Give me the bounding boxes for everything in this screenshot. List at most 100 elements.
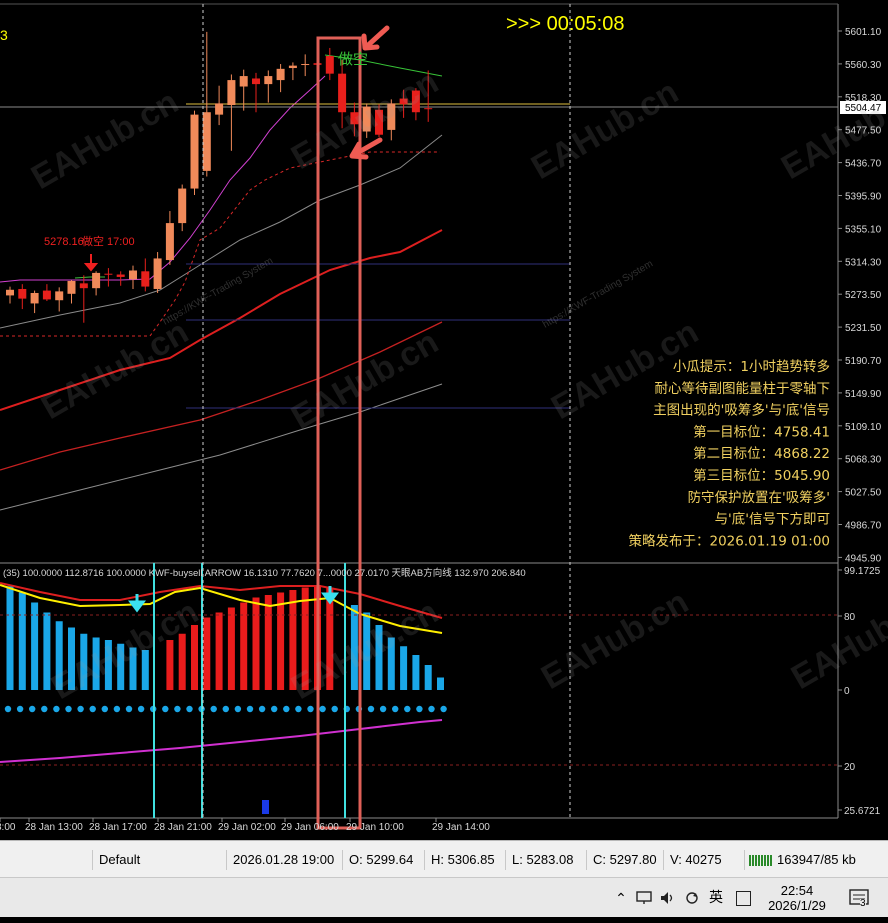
- network-icon[interactable]: [634, 878, 654, 918]
- indicator-axis-label: 25.6721: [844, 806, 881, 817]
- price-axis-label: 5027.50: [845, 488, 882, 499]
- bar-high: H: 5306.85: [424, 850, 503, 870]
- price-axis-label: 5068.30: [845, 455, 882, 466]
- zero-dot: [416, 705, 423, 713]
- traffic-bars-icon: [749, 855, 773, 867]
- chevron-up-icon[interactable]: ⌃: [612, 878, 630, 918]
- zero-dot: [428, 705, 435, 713]
- candle-body: [424, 108, 433, 110]
- corner-label: 3: [0, 27, 8, 43]
- bar-open: O: 5299.64: [342, 850, 421, 870]
- zero-dot: [137, 705, 145, 713]
- time-axis-label: 29 Jan 02:00: [218, 822, 276, 833]
- countdown-timer: >>> 00:05:08: [506, 13, 624, 35]
- zero-dot: [113, 705, 121, 713]
- speaker-icon[interactable]: [658, 878, 678, 918]
- zero-dot: [307, 705, 314, 713]
- bar-close: C: 5297.80: [586, 850, 665, 870]
- strategy-note-line: 策略发布于：2026.01.19 01:00: [629, 532, 831, 549]
- candle-body: [288, 65, 297, 69]
- zero-dot: [53, 705, 60, 713]
- candle-body: [190, 114, 199, 189]
- zero-dot: [89, 705, 96, 713]
- zero-dot: [331, 705, 338, 713]
- zero-dot: [392, 705, 399, 713]
- candle-body: [104, 273, 113, 275]
- sync-icon[interactable]: [682, 878, 702, 918]
- strategy-note-line: 主图出现的'吸筹多'与'底'信号: [653, 402, 830, 419]
- zero-dot: [234, 705, 242, 713]
- sell-signal-label: 做空 17:00: [82, 234, 135, 248]
- zero-dot: [246, 705, 254, 713]
- indicator-bar-red: [191, 625, 198, 690]
- price-axis-label: 5231.50: [845, 323, 882, 334]
- zero-dot: [319, 705, 326, 713]
- candle-body: [18, 288, 27, 299]
- candle-body: [67, 280, 76, 294]
- zero-dot: [295, 705, 302, 713]
- price-axis-label: 5273.50: [845, 290, 882, 301]
- indicator-bar-blue: [412, 655, 420, 690]
- zero-dot: [29, 705, 36, 713]
- candle-body: [6, 289, 14, 296]
- time-axis-label: 8:00: [0, 822, 16, 833]
- chart-canvas[interactable]: >>> 00:05:08 3 5278.16 做空 17:00 做空 (35) …: [0, 0, 888, 840]
- candle-body: [202, 112, 211, 171]
- time-axis-label: 28 Jan 13:00: [25, 822, 83, 833]
- strategy-note-line: 小瓜提示：1小时趋势转多: [673, 358, 830, 375]
- candle-body: [42, 290, 51, 300]
- candle-body: [239, 76, 248, 87]
- candle-body: [30, 292, 39, 304]
- zero-dot: [258, 705, 266, 713]
- ime-indicator[interactable]: 英: [704, 878, 728, 918]
- notification-icon[interactable]: 3: [846, 878, 872, 918]
- candle-body: [252, 78, 260, 85]
- zero-dot: [65, 705, 72, 713]
- candle-body: [301, 64, 310, 66]
- zero-dot: [125, 705, 133, 713]
- sell-signal-price: 5278.16: [44, 236, 84, 248]
- bar-low: L: 5283.08: [505, 850, 584, 870]
- traffic-text: 163947/85 kb: [777, 852, 856, 867]
- indicator-bar-red: [178, 633, 186, 690]
- candle-body: [276, 68, 285, 81]
- indicator-bar-blue: [437, 677, 444, 690]
- notification-badge: 3: [860, 898, 866, 909]
- candle-body: [165, 223, 174, 261]
- zero-dot: [210, 705, 217, 713]
- indicator-axis-label: 20: [844, 762, 856, 773]
- keyboard-layout-icon[interactable]: [732, 878, 754, 918]
- time-axis-label: 29 Jan 10:00: [346, 822, 404, 833]
- traffic-indicator: 163947/85 kb: [744, 850, 888, 870]
- candle-body: [338, 73, 347, 113]
- clock-date: 2026/1/29: [768, 898, 826, 913]
- indicator-bar-red: [264, 595, 272, 690]
- strategy-note-line: 第三目标位：5045.90: [693, 467, 830, 484]
- zero-dot: [4, 705, 12, 713]
- zero-dot: [186, 705, 193, 713]
- strategy-note-line: 第二目标位：4868.22: [693, 445, 830, 462]
- indicator-bar-red: [227, 607, 235, 690]
- indicator-bar-blue: [424, 665, 432, 690]
- candle-body: [227, 80, 236, 105]
- price-axis-label: 5109.10: [845, 422, 882, 433]
- strategy-note-line: 耐心等待副图能量柱于零轴下: [655, 380, 831, 397]
- zero-dot: [162, 705, 169, 713]
- indicator-axis-label: 99.1725: [844, 566, 881, 577]
- candle-body: [264, 76, 273, 85]
- indicator-axis-label: 0: [844, 686, 850, 697]
- zero-dot: [271, 705, 278, 713]
- indicator-bar-red: [252, 597, 260, 690]
- profile-name[interactable]: Default: [92, 850, 223, 870]
- candle-body: [92, 272, 101, 289]
- taskbar: ⌃ 英 22:54 2026/1/29 3: [0, 877, 888, 917]
- price-axis-label: 5355.10: [845, 224, 882, 235]
- indicator-header: (35) 100.0000 112.8716 100.0000 KWF-buys…: [3, 567, 526, 579]
- bar-volume: V: 40275: [663, 850, 742, 870]
- clock-time: 22:54: [780, 883, 814, 898]
- time-axis-label: 28 Jan 21:00: [154, 822, 212, 833]
- price-axis-label: 5190.70: [845, 356, 882, 367]
- system-clock[interactable]: 22:54 2026/1/29: [760, 878, 834, 918]
- price-axis-label: 5395.90: [845, 192, 882, 203]
- indicator-bar-red: [215, 612, 223, 690]
